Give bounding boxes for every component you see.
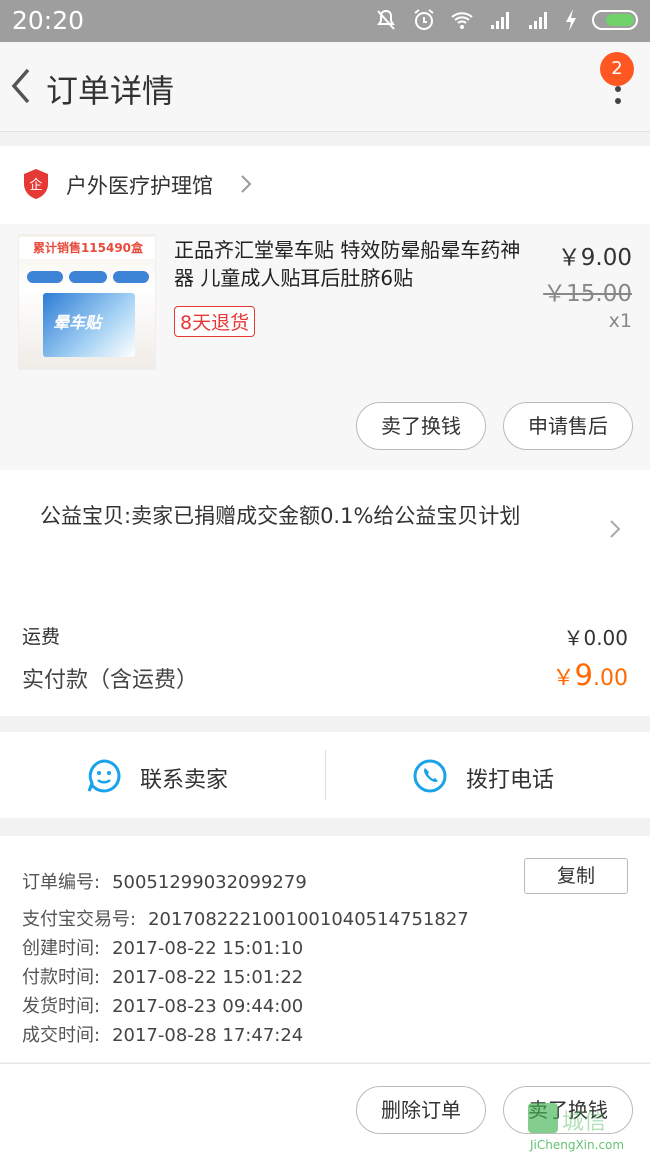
call-phone-label: 拨打电话 [466,768,555,793]
shipping-value: ￥0.00 [563,626,628,650]
product-price: ￥9.00 [557,245,632,271]
page-title: 订单详情 [46,72,175,110]
info-value: 2017082221001001040514751827 [148,909,469,930]
promo-pill [69,271,107,283]
info-row-created: 创建时间: 2017-08-22 15:01:10 [22,934,303,960]
wifi-icon [451,12,473,29]
charging-icon [566,9,576,31]
info-label: 成交时间: [22,1025,101,1046]
shop-row[interactable]: 企 户外医疗护理馆 [0,146,650,224]
contact-bar: 联系卖家 拨打电话 [0,732,650,818]
promo-pill [27,271,63,283]
header: 订单详情 2 [0,42,650,132]
chevron-right-icon [241,175,252,193]
info-value: 2017-08-28 17:47:24 [112,1025,304,1046]
paid-amount: ￥9.00 [553,658,628,692]
fee-summary: 运费 ￥0.00 实付款（含运费） ￥9.00 [0,590,650,716]
info-label: 订单编号: [22,872,101,893]
paid-amount-decimal: .00 [593,666,628,691]
sell-button[interactable]: 卖了换钱 [356,402,486,450]
info-label: 创建时间: [22,938,101,959]
signal-icon-2 [529,12,547,29]
charity-text: 公益宝贝:卖家已捐赠成交金额0.1%给公益宝贝计划 [40,504,521,528]
info-label: 支付宝交易号: [22,909,137,930]
order-info: 订单编号: 50051299032099279 支付宝交易号: 2017082221… [0,836,650,1062]
contact-seller-label: 联系卖家 [140,768,229,793]
after-sale-button[interactable]: 申请售后 [503,402,633,450]
info-label: 发货时间: [22,996,101,1017]
product-image-banner: 累计销售115490盒 [19,237,155,259]
promo-pill [113,271,149,283]
watermark-text: JiChengXin.com [529,1138,624,1152]
chat-smile-icon [87,759,121,793]
product-title[interactable]: 正品齐汇堂晕车贴 特效防晕船晕车药神器 儿童成人贴耳后肚脐6贴 [174,236,534,292]
info-row-alipay-number: 支付宝交易号: 2017082221001001040514751827 [22,905,469,931]
back-arrow-icon[interactable] [8,64,38,108]
shop-badge-icon: 企 [24,169,48,199]
svg-text:城信: 城信 [562,1110,606,1135]
paid-amount-integer: 9 [574,658,593,692]
info-row-completed: 成交时间: 2017-08-28 17:47:24 [22,1021,303,1047]
shipping-label: 运费 [22,626,61,648]
info-label: 付款时间: [22,967,101,988]
info-value: 50051299032099279 [112,872,307,893]
copy-button[interactable]: 复制 [524,858,628,894]
notification-badge: 2 [600,52,634,86]
footer-actions: 删除订单 卖了换钱 城信 JiChengXin.com [0,1063,650,1155]
product-original-price: ￥15.00 [543,281,632,307]
phone-icon [413,759,447,793]
contact-seller-button[interactable]: 联系卖家 [0,732,325,818]
paid-label: 实付款（含运费） [22,668,199,693]
info-value: 2017-08-22 15:01:10 [112,938,304,959]
delete-order-button[interactable]: 删除订单 [356,1086,486,1134]
status-time: 20:20 [12,6,85,35]
product-box-text: 晕车贴 [53,313,102,332]
shop-name: 户外医疗护理馆 [66,174,213,198]
alarm-icon [414,9,434,30]
chevron-right-icon [610,520,621,538]
status-icons [374,8,638,32]
info-row-paid: 付款时间: 2017-08-22 15:01:22 [22,963,303,989]
info-value: 2017-08-22 15:01:22 [112,967,304,988]
svg-text:企: 企 [29,177,42,193]
paid-currency: ￥ [552,666,575,691]
signal-icon [491,12,509,29]
call-phone-button[interactable]: 拨打电话 [326,732,650,818]
battery-icon [592,10,638,30]
info-row-order-number: 订单编号: 50051299032099279 [22,868,307,894]
info-value: 2017-08-23 09:44:00 [112,996,304,1017]
mute-icon [377,9,395,30]
charity-row[interactable]: 公益宝贝:卖家已捐赠成交金额0.1%给公益宝贝计划 [0,470,650,590]
info-row-shipped: 发货时间: 2017-08-23 09:44:00 [22,992,303,1018]
product-card: 累计销售115490盒 晕车贴 正品齐汇堂晕车贴 特效防晕船晕车药神器 儿童成人… [0,224,650,470]
product-image[interactable]: 累计销售115490盒 晕车贴 [18,234,156,370]
watermark-logo: 城信 JiChengXin.com [528,1103,624,1152]
status-bar: 20:20 [0,0,650,42]
return-policy-tag: 8天退货 [174,306,256,337]
product-quantity: x1 [608,310,632,332]
